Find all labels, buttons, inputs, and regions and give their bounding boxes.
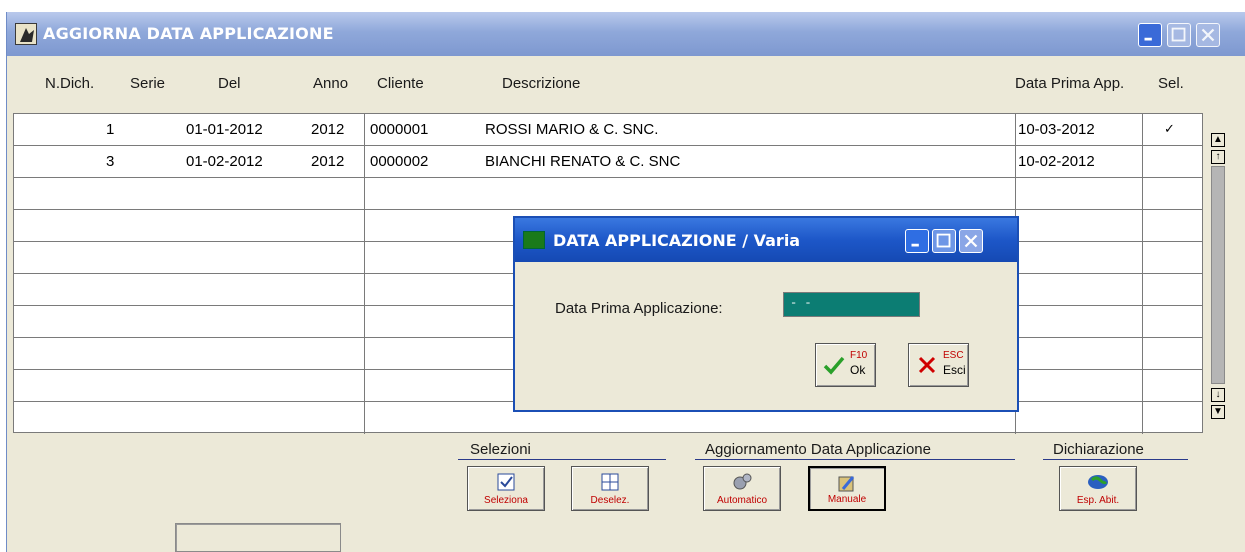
- manuale-button[interactable]: Manuale: [808, 466, 886, 511]
- group-dichiarazione-label: Dichiarazione: [1053, 441, 1144, 458]
- cell-anno: 2012: [311, 121, 345, 138]
- manuale-label: Manuale: [827, 494, 867, 505]
- esci-label: Esci: [943, 363, 966, 377]
- header-del: Del: [218, 75, 241, 92]
- cell-anno: 2012: [311, 153, 345, 170]
- cell-data-prima: 10-03-2012: [1018, 121, 1095, 138]
- table-row[interactable]: [14, 178, 1202, 210]
- seleziona-button[interactable]: Seleziona: [467, 466, 545, 511]
- scrollbar-track[interactable]: [1211, 166, 1225, 384]
- header-descrizione: Descrizione: [502, 75, 581, 92]
- scroll-bottom-icon[interactable]: ▼: [1211, 405, 1225, 419]
- data-prima-input[interactable]: - -: [783, 292, 920, 317]
- automatico-label: Automatico: [716, 495, 768, 506]
- dialog-minimize-button[interactable]: [905, 229, 929, 253]
- group-selezioni-label: Selezioni: [470, 441, 531, 458]
- ok-button[interactable]: F10 Ok: [815, 343, 876, 387]
- scroll-up-icon[interactable]: ↑: [1211, 150, 1225, 164]
- seleziona-label: Seleziona: [484, 495, 528, 506]
- cell-descrizione: ROSSI MARIO & C. SNC.: [485, 121, 659, 138]
- table-row[interactable]: 3 01-02-2012 2012 0000002 BIANCHI RENATO…: [14, 146, 1202, 178]
- group-divider: [1043, 459, 1188, 460]
- minimize-button[interactable]: [1138, 23, 1162, 47]
- close-button[interactable]: [1196, 23, 1220, 47]
- title-bar[interactable]: AGGIORNA DATA APPLICAZIONE: [7, 12, 1245, 56]
- header-data-prima: Data Prima App.: [1015, 75, 1125, 92]
- dialog-maximize-button[interactable]: [932, 229, 956, 253]
- ok-label: Ok: [850, 363, 866, 377]
- cell-cliente: 0000002: [370, 153, 429, 170]
- scroll-top-icon[interactable]: ▲: [1211, 133, 1225, 147]
- deselez-label: Deselez.: [590, 495, 630, 506]
- header-cliente: Cliente: [377, 75, 424, 92]
- header-serie: Serie: [130, 75, 166, 92]
- select-grid-icon: [497, 473, 515, 491]
- deselect-grid-icon: [601, 473, 619, 491]
- cell-del: 01-02-2012: [186, 153, 263, 170]
- dialog-title: DATA APPLICAZIONE / Varia: [553, 231, 801, 250]
- esci-button[interactable]: ESC Esci: [908, 343, 969, 387]
- cell-del: 01-01-2012: [186, 121, 263, 138]
- manual-edit-icon: [838, 476, 855, 492]
- cross-icon: [918, 356, 936, 374]
- vertical-scrollbar[interactable]: ▲ ↑ ↓ ▼: [1208, 113, 1226, 433]
- group-aggiornamento-label: Aggiornamento Data Applicazione: [705, 441, 931, 458]
- automatico-button[interactable]: Automatico: [703, 466, 781, 511]
- gears-icon: [733, 473, 752, 490]
- dialog-app-icon: [523, 231, 545, 249]
- group-divider: [695, 459, 1015, 460]
- table-row[interactable]: 1 01-01-2012 2012 0000001 ROSSI MARIO & …: [14, 114, 1202, 146]
- check-icon: [823, 356, 845, 375]
- esp-abit-button[interactable]: Esp. Abit.: [1059, 466, 1137, 511]
- esp-abit-label: Esp. Abit.: [1076, 495, 1120, 506]
- header-ndich: N.Dich.: [45, 75, 95, 92]
- cell-ndich: 1: [106, 121, 115, 138]
- window-title: AGGIORNA DATA APPLICAZIONE: [43, 24, 334, 43]
- maximize-button[interactable]: [1167, 23, 1191, 47]
- esc-key-label: ESC: [943, 350, 964, 361]
- status-field: [175, 523, 341, 552]
- header-sel: Sel.: [1158, 75, 1184, 92]
- cell-cliente: 0000001: [370, 121, 429, 138]
- dialog-close-button[interactable]: [959, 229, 983, 253]
- ok-key-label: F10: [850, 350, 868, 361]
- data-applicazione-dialog[interactable]: DATA APPLICAZIONE / Varia Data Prima App…: [513, 216, 1019, 412]
- deselez-button[interactable]: Deselez.: [571, 466, 649, 511]
- cell-descrizione: BIANCHI RENATO & C. SNC: [485, 153, 681, 170]
- cell-sel-checkmark[interactable]: ✓: [1164, 121, 1175, 137]
- header-anno: Anno: [313, 75, 349, 92]
- cell-data-prima: 10-02-2012: [1018, 153, 1095, 170]
- scroll-down-icon[interactable]: ↓: [1211, 388, 1225, 402]
- data-prima-label: Data Prima Applicazione:: [555, 300, 723, 317]
- dialog-title-bar[interactable]: DATA APPLICAZIONE / Varia: [515, 218, 1017, 262]
- globe-icon: [1088, 475, 1108, 489]
- app-icon: [15, 23, 37, 45]
- group-divider: [458, 459, 666, 460]
- cell-ndich: 3: [106, 153, 115, 170]
